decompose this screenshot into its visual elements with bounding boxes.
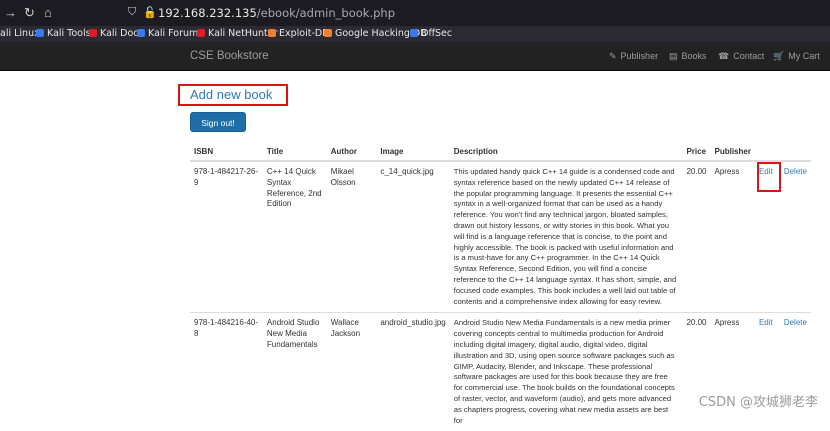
cell-publisher: Apress	[710, 312, 755, 431]
bookmark-kali-tools[interactable]: Kali Tools	[36, 28, 91, 39]
bookmark-exploit-db[interactable]: Exploit-DB	[268, 28, 329, 39]
nav-contact[interactable]: ☎ Contact	[718, 51, 764, 62]
exploit-db-icon	[268, 29, 276, 37]
header-delete	[779, 143, 811, 162]
delete-link[interactable]: Delete	[784, 167, 807, 176]
table-row: 978-1-484216-40-8 Android Studio New Med…	[190, 312, 811, 431]
brand-link[interactable]: CSE Bookstore	[190, 50, 269, 62]
book-icon: ▤	[669, 51, 678, 61]
table-row: 978-1-484217-26-9 C++ 14 Quick Syntax Re…	[190, 160, 811, 313]
cell-price: 20.00	[682, 312, 711, 431]
cell-title: C++ 14 Quick Syntax Reference, 2nd Editi…	[262, 160, 327, 313]
header-edit	[754, 143, 780, 162]
paperclip-icon: ✎	[609, 51, 617, 61]
cell-price: 20.00	[682, 160, 711, 313]
table-header-row: ISBN Title Author Image Description Pric…	[190, 143, 811, 162]
cart-icon: 🛒	[773, 51, 785, 61]
cell-isbn: 978-1-484216-40-8	[190, 312, 263, 431]
url-path: /ebook/admin_book.php	[256, 6, 395, 20]
nav-cart[interactable]: 🛒 My Cart	[773, 51, 820, 62]
bookmark-kali-forums[interactable]: Kali Forums	[137, 28, 203, 39]
bookmarks-bar: ali Linux Kali Tools Kali Docs Kali Foru…	[0, 26, 830, 42]
offsec-icon	[410, 29, 418, 37]
phone-icon: ☎	[718, 51, 730, 61]
cell-isbn: 978-1-484217-26-9	[190, 160, 263, 313]
url-field[interactable]: 192.168.232.135/ebook/admin_book.php	[158, 6, 395, 20]
kali-forums-icon	[137, 29, 145, 37]
cell-title: Android Studio New Media Fundamentals	[262, 312, 327, 431]
nav-books[interactable]: ▤ Books	[669, 51, 707, 62]
header-title: Title	[262, 143, 327, 162]
cell-description: This updated handy quick C++ 14 guide is…	[449, 160, 683, 313]
cell-delete: Delete	[779, 312, 811, 431]
nav-publisher[interactable]: ✎ Publisher	[609, 51, 658, 62]
bookmark-offsec[interactable]: OffSec	[410, 28, 452, 39]
cell-image: android_studio.jpg	[376, 312, 450, 431]
bookmark-kali-docs[interactable]: Kali Docs	[89, 28, 143, 39]
header-publisher: Publisher	[710, 143, 755, 162]
url-host: 192.168.232.135	[158, 6, 257, 20]
header-author: Author	[326, 143, 377, 162]
cell-description: Android Studio New Media Fundamentals is…	[449, 312, 683, 431]
kali-icon	[36, 29, 44, 37]
browser-toolbar: → ↻ ⌂ ⛉ 🔓 192.168.232.135/ebook/admin_bo…	[0, 0, 830, 26]
cell-image: c_14_quick.jpg	[376, 160, 450, 313]
reload-icon[interactable]: ↻	[24, 5, 35, 21]
cell-edit: Edit	[754, 312, 780, 431]
forward-icon[interactable]: →	[4, 5, 17, 20]
header-isbn: ISBN	[190, 143, 263, 162]
cell-publisher: Apress	[710, 160, 755, 313]
sign-out-button[interactable]: Sign out!	[190, 112, 246, 132]
header-description: Description	[449, 143, 683, 162]
cell-delete: Delete	[779, 160, 811, 313]
header-price: Price	[682, 143, 711, 162]
bookmark-kali-linux[interactable]: ali Linux	[0, 28, 40, 39]
highlight-box-add	[178, 84, 288, 106]
delete-link[interactable]: Delete	[784, 318, 807, 327]
site-navbar: CSE Bookstore ✎ Publisher ▤ Books ☎ Contact…	[0, 42, 830, 71]
ghdb-icon	[324, 29, 332, 37]
cell-author: Mikael Olsson	[326, 160, 377, 313]
cell-author: Wallace Jackson	[326, 312, 377, 431]
edit-link[interactable]: Edit	[759, 318, 773, 327]
nethunter-icon	[197, 29, 205, 37]
kali-docs-icon	[89, 29, 97, 37]
shield-icon[interactable]: ⛉	[128, 6, 136, 19]
insecure-lock-icon[interactable]: 🔓	[143, 6, 157, 19]
highlight-box-edit	[757, 162, 781, 192]
bookmark-kali-nethunter[interactable]: Kali NetHunter	[197, 28, 278, 39]
books-table: ISBN Title Author Image Description Pric…	[190, 143, 811, 431]
watermark: CSDN @攻城狮老李	[698, 395, 818, 410]
home-icon[interactable]: ⌂	[44, 5, 52, 20]
header-image: Image	[376, 143, 450, 162]
